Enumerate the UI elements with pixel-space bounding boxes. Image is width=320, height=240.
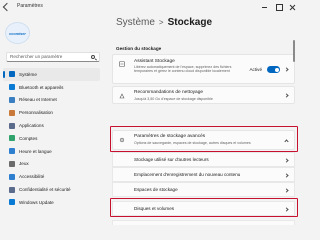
- sidebar-item-label: Heure et langue: [19, 148, 52, 154]
- scrollbar[interactable]: [293, 40, 295, 62]
- section-title: Gestion du stockage: [116, 46, 162, 51]
- storage-sense-toggle[interactable]: [267, 66, 280, 73]
- advanced-storage-settings-card[interactable]: Paramètres de stockage avancés Options d…: [112, 130, 295, 150]
- brush-icon: [9, 109, 15, 116]
- sidebar-item-7[interactable]: Jeux: [0, 158, 103, 171]
- cleanup-recommendations-card[interactable]: Recommandations de nettoyage Jusqu'à 3,5…: [112, 86, 295, 104]
- sidebar-item-label: Accessibilité: [19, 174, 45, 180]
- storage-subitem-label: Espaces de stockage: [134, 187, 178, 192]
- window-controls: [258, 0, 300, 14]
- cleanup-desc: Jusqu'à 3,50 Go d'espace de stockage dis…: [134, 97, 213, 101]
- avatar[interactable]: ccomiser: [5, 22, 30, 44]
- storage-sense-icon: [119, 61, 125, 67]
- cleanup-icon: [119, 93, 125, 99]
- page-title: Stockage: [167, 17, 213, 28]
- sidebar-item-10[interactable]: Windows Update: [0, 196, 103, 209]
- storage-sense-status: Activé: [249, 67, 262, 72]
- bluetooth-icon: [9, 84, 15, 91]
- gear-icon: [119, 137, 125, 143]
- apps-icon: [9, 122, 15, 129]
- storage-subitem[interactable]: Stockage utilisé sur d'autres lecteurs: [112, 152, 295, 167]
- gamepad-icon: [9, 160, 15, 167]
- settings-window: Paramètres ccomiser Rechercher un paramè…: [0, 0, 300, 225]
- shield-icon: [9, 186, 15, 193]
- sidebar-item-label: Applications: [19, 123, 44, 129]
- search-placeholder: Rechercher un paramètre: [10, 54, 63, 59]
- chevron-right-icon: [284, 172, 289, 178]
- breadcrumb-parent[interactable]: Système: [116, 17, 155, 28]
- account-logo: ccomiser: [9, 30, 26, 36]
- sidebar-item-label: Personnalisation: [19, 110, 53, 116]
- sidebar-item-label: Comptes: [19, 135, 38, 141]
- advanced-storage-desc: Options de sauvegarde, espaces de stocka…: [134, 141, 251, 145]
- sidebar-item-9[interactable]: Confidentialité et sécurité: [0, 183, 103, 196]
- sidebar: ccomiser Rechercher un paramètre Système…: [0, 14, 103, 225]
- storage-subitem-label: Emplacement d'enregistrement du nouveau …: [134, 172, 241, 177]
- sidebar-item-label: Jeux: [19, 161, 29, 167]
- sidebar-item-label: Bluetooth et appareils: [19, 84, 64, 90]
- title-bar: Paramètres: [0, 0, 300, 14]
- sidebar-item-3[interactable]: Personnalisation: [0, 106, 103, 119]
- storage-subitem-label: Disques et volumes: [134, 206, 175, 211]
- sidebar-item-label: Windows Update: [19, 199, 54, 205]
- sidebar-item-8[interactable]: Accessibilité: [0, 170, 103, 183]
- monitor-icon: [9, 71, 15, 78]
- search-input[interactable]: Rechercher un paramètre: [6, 52, 100, 62]
- sidebar-nav: Système Bluetooth et appareils Réseau et I…: [0, 68, 103, 209]
- breadcrumb-separator: >: [158, 18, 164, 27]
- storage-subitem-label: Stockage utilisé sur d'autres lecteurs: [134, 157, 209, 162]
- sidebar-item-1[interactable]: Bluetooth et appareils: [0, 81, 103, 94]
- update-icon: [9, 199, 15, 206]
- main-content: Système > Stockage Gestion du stockage Ass…: [110, 14, 300, 225]
- chevron-right-icon: [284, 187, 289, 193]
- chevron-right-icon: [284, 67, 289, 72]
- window-title: Paramètres: [17, 3, 43, 9]
- storage-sense-card[interactable]: Assistant Stockage Libérez automatiqueme…: [112, 54, 295, 84]
- sidebar-item-label: Système: [19, 71, 37, 77]
- sidebar-item-label: Confidentialité et sécurité: [19, 187, 71, 193]
- cleanup-title: Recommandations de nettoyage: [134, 90, 204, 95]
- chevron-right-icon: [284, 93, 289, 98]
- minimize-icon[interactable]: [258, 0, 272, 14]
- storage-subitem[interactable]: Emplacement d'enregistrement du nouveau …: [112, 167, 295, 182]
- advanced-storage-title: Paramètres de stockage avancés: [134, 134, 206, 139]
- sidebar-item-label: Réseau et Internet: [19, 97, 57, 103]
- sidebar-item-0[interactable]: Système: [3, 68, 100, 81]
- sidebar-item-4[interactable]: Applications: [0, 119, 103, 132]
- selection-indicator: [3, 71, 5, 78]
- chevron-right-icon: [284, 206, 289, 212]
- search-icon[interactable]: [91, 55, 95, 59]
- sidebar-item-2[interactable]: Réseau et Internet: [0, 94, 103, 107]
- network-icon: [9, 96, 15, 103]
- storage-subitem[interactable]: Stockage optimisé: [112, 220, 295, 225]
- close-icon[interactable]: [286, 0, 300, 14]
- storage-sense-desc: Libérez automatiquement de l'espace, sup…: [134, 65, 232, 74]
- clock-globe-icon: [9, 148, 15, 155]
- storage-subitem[interactable]: Disques et volumes: [112, 201, 295, 216]
- storage-subitem[interactable]: Espaces de stockage: [112, 182, 295, 197]
- sidebar-item-6[interactable]: Heure et langue: [0, 145, 103, 158]
- breadcrumb: Système > Stockage: [116, 17, 212, 28]
- chevron-right-icon: [284, 157, 289, 163]
- storage-sense-title: Assistant Stockage: [134, 59, 175, 64]
- person-icon: [9, 135, 15, 142]
- sidebar-item-5[interactable]: Comptes: [0, 132, 103, 145]
- back-arrow-icon[interactable]: [2, 2, 12, 12]
- accessibility-icon: [9, 173, 15, 180]
- maximize-icon[interactable]: [272, 0, 286, 14]
